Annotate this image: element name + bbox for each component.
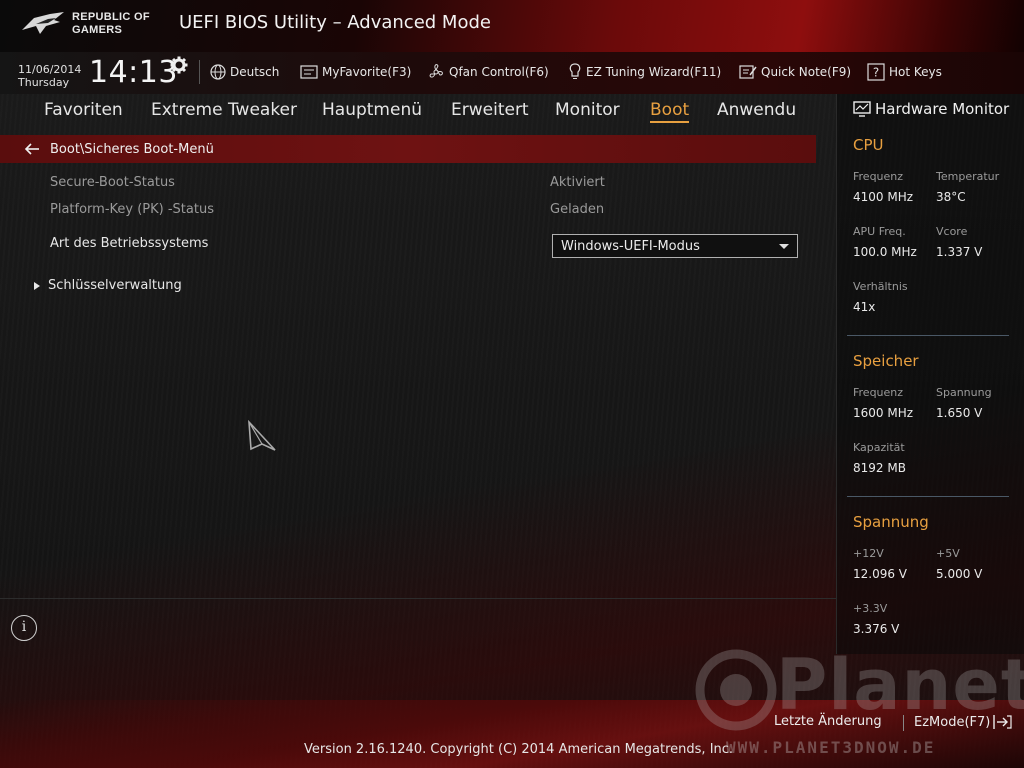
main-nav: Favoriten Extreme Tweaker Hauptmenü Erwe…	[0, 94, 836, 130]
back-arrow-icon[interactable]	[24, 143, 40, 155]
chevron-down-icon	[779, 243, 789, 249]
tab-favoriten[interactable]: Favoriten	[44, 100, 123, 120]
mem-volt-value: 1.650 V	[936, 406, 983, 420]
favorite-icon	[300, 65, 318, 79]
copyright-text: Version 2.16.1240. Copyright (C) 2014 Am…	[304, 742, 734, 757]
last-change-button[interactable]: Letzte Änderung	[774, 714, 882, 729]
secure-boot-status-label: Secure-Boot-Status	[50, 175, 175, 190]
mem-volt-label: Spannung	[936, 386, 992, 399]
cpu-temp-value: 38°C	[936, 190, 966, 204]
ezmode-label: EzMode(F7)	[914, 714, 991, 730]
tab-anwendu[interactable]: Anwendu	[717, 100, 796, 120]
rog-logo: REPUBLIC OF GAMERS	[20, 8, 170, 42]
lightbulb-icon	[569, 63, 581, 79]
app-title: UEFI BIOS Utility – Advanced Mode	[179, 12, 491, 33]
weekday: Thursday	[18, 76, 70, 89]
tab-boot[interactable]: Boot	[650, 100, 690, 123]
cpu-freq-label: Frequenz	[853, 170, 904, 183]
language-button[interactable]: Deutsch	[210, 62, 279, 82]
tab-hauptmenu[interactable]: Hauptmenü	[322, 100, 422, 120]
rog-eye-icon	[22, 12, 64, 34]
breadcrumb-path: Boot\Sicheres Boot-Menü	[50, 141, 214, 157]
logo-line1: REPUBLIC OF	[72, 11, 150, 23]
globe-icon	[210, 64, 226, 80]
key-management-item[interactable]: Schlüsselverwaltung	[34, 278, 182, 293]
info-icon[interactable]: i	[11, 615, 37, 641]
v5-value: 5.000 V	[936, 567, 983, 581]
v33-value: 3.376 V	[853, 622, 900, 636]
language-label: Deutsch	[230, 65, 280, 79]
breadcrumb: Boot\Sicheres Boot-Menü	[0, 135, 816, 163]
ez-tuning-label: EZ Tuning Wizard(F11)	[586, 65, 722, 79]
section-divider	[847, 335, 1009, 336]
quick-note-label: Quick Note(F9)	[761, 65, 852, 79]
svg-text:?: ?	[873, 66, 879, 80]
mem-cap-label: Kapazität	[853, 441, 905, 454]
voltage-heading: Spannung	[853, 513, 929, 531]
mem-freq-label: Frequenz	[853, 386, 904, 399]
planet-logo-icon	[695, 649, 777, 731]
key-management-label: Schlüsselverwaltung	[48, 278, 182, 293]
fan-icon	[429, 64, 443, 78]
question-icon: ?	[867, 63, 885, 81]
ezmode-button[interactable]: EzMode(F7)	[914, 714, 1012, 730]
cpu-freq-value: 4100 MHz	[853, 190, 914, 204]
os-type-label: Art des Betriebssystems	[50, 236, 209, 251]
tab-extreme-tweaker[interactable]: Extreme Tweaker	[151, 100, 297, 120]
ez-tuning-button[interactable]: EZ Tuning Wizard(F11)	[568, 62, 721, 82]
mem-cap-value: 8192 MB	[853, 461, 906, 475]
myfavorite-button[interactable]: MyFavorite(F3)	[300, 62, 411, 82]
clock[interactable]: 14:13	[89, 55, 178, 90]
myfavorite-label: MyFavorite(F3)	[322, 65, 412, 79]
title-bar: REPUBLIC OF GAMERS UEFI BIOS Utility – A…	[0, 0, 1024, 52]
v12-label: +12V	[853, 547, 884, 560]
vcore-value: 1.337 V	[936, 245, 983, 259]
section-divider	[847, 496, 1009, 497]
secure-boot-status-value: Aktiviert	[550, 175, 605, 190]
os-type-select[interactable]: Windows-UEFI-Modus	[552, 234, 798, 258]
chevron-right-icon	[34, 281, 40, 290]
memory-heading: Speicher	[853, 352, 919, 370]
hardware-monitor-panel: Hardware Monitor CPU Frequenz Temperatur…	[836, 94, 1024, 654]
mouse-pointer-icon	[248, 420, 276, 451]
help-divider	[0, 598, 836, 599]
qfan-button[interactable]: Qfan Control(F6)	[427, 62, 549, 82]
ratio-value: 41x	[853, 300, 876, 314]
watermark-url: WWW.PLANET3DNOW.DE	[726, 738, 936, 757]
hot-keys-label: Hot Keys	[889, 65, 942, 79]
hardware-monitor-label: Hardware Monitor	[875, 100, 1010, 118]
platform-key-status-label: Platform-Key (PK) -Status	[50, 202, 214, 217]
monitor-icon	[853, 101, 871, 117]
v5-label: +5V	[936, 547, 960, 560]
ratio-label: Verhältnis	[853, 280, 908, 293]
cpu-temp-label: Temperatur	[936, 170, 1000, 183]
hot-keys-button[interactable]: ? Hot Keys	[867, 62, 942, 82]
logo-line2: GAMERS	[72, 24, 123, 36]
vcore-label: Vcore	[936, 225, 968, 238]
date-display: 11/06/2014 Thursday	[18, 63, 81, 89]
note-icon	[739, 65, 757, 79]
quick-note-button[interactable]: Quick Note(F9)	[739, 62, 851, 82]
tab-monitor[interactable]: Monitor	[555, 100, 620, 120]
tab-erweitert[interactable]: Erweitert	[451, 100, 529, 120]
mem-freq-value: 1600 MHz	[853, 406, 914, 420]
v12-value: 12.096 V	[853, 567, 908, 581]
toolbar-divider	[199, 60, 200, 84]
apu-freq-value: 100.0 MHz	[853, 245, 917, 259]
apu-freq-label: APU Freq.	[853, 225, 906, 238]
v33-label: +3.3V	[853, 602, 888, 615]
exit-icon	[993, 715, 1012, 729]
platform-key-status-value: Geladen	[550, 202, 605, 217]
hardware-monitor-title: Hardware Monitor	[853, 100, 1009, 118]
gear-icon[interactable]	[170, 56, 188, 74]
qfan-label: Qfan Control(F6)	[449, 65, 549, 79]
cpu-heading: CPU	[853, 136, 884, 154]
os-type-value: Windows-UEFI-Modus	[561, 238, 700, 254]
watermark: Planet WWW.PLANET3DNOW.DE	[690, 640, 1024, 760]
date: 11/06/2014	[18, 63, 82, 76]
toolbar: 11/06/2014 Thursday 14:13 Deutsch MyFavo…	[0, 52, 1024, 94]
footer-divider	[903, 715, 904, 731]
